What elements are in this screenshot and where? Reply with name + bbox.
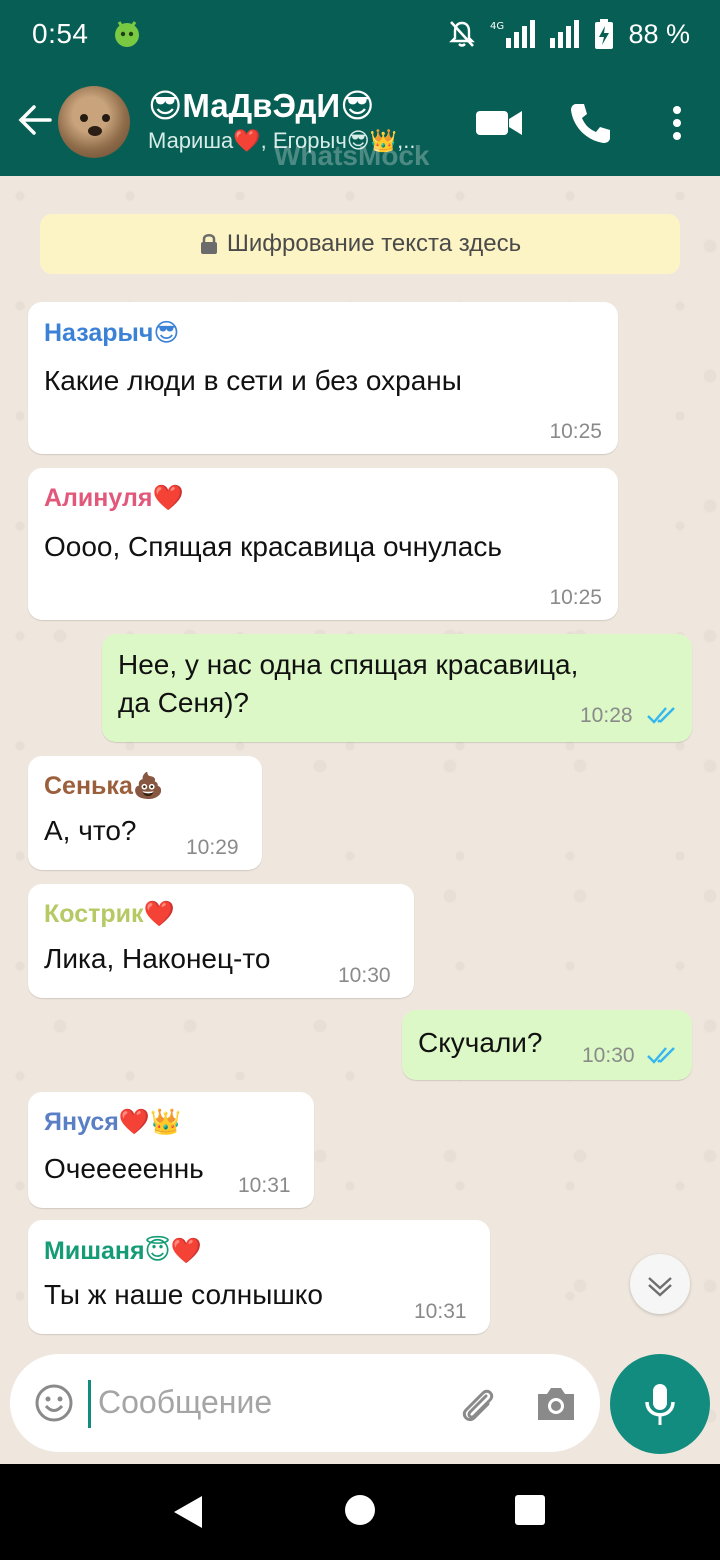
nav-recents-icon[interactable] <box>514 1494 546 1526</box>
group-avatar[interactable] <box>58 86 130 158</box>
app-notification-icon <box>115 21 139 47</box>
message-time: 10:31 <box>238 1174 291 1197</box>
message-sender: Мишаня😇❤️ <box>44 1237 202 1265</box>
signal-4g-icon: 4G <box>490 20 536 48</box>
message-sender: Назарыч😎 <box>44 319 180 347</box>
message-bubble[interactable]: Назарыч😎 Какие люди в сети и без охраны … <box>28 302 618 454</box>
video-call-icon[interactable] <box>474 98 524 148</box>
message-text: Очеееееннь <box>44 1153 204 1184</box>
more-options-icon[interactable] <box>662 98 692 148</box>
message-time: 10:30 <box>338 964 391 987</box>
message-composer[interactable]: Сообщение <box>10 1354 600 1452</box>
message-bubble[interactable]: Алинуля❤️ Оооо, Спящая красавица очнулас… <box>28 468 618 620</box>
voice-call-icon[interactable] <box>566 98 616 148</box>
lock-icon <box>200 234 217 254</box>
message-bubble[interactable]: Кострик❤️ Лика, Наконец-то 10:30 <box>28 884 414 998</box>
outgoing-message-bubble[interactable]: Нее, у нас одна спящая красавица, да Сен… <box>102 634 692 742</box>
message-time: 10:31 <box>414 1300 467 1323</box>
svg-text:4G: 4G <box>490 21 504 32</box>
mute-notifications-icon <box>449 21 476 47</box>
message-sender: Януся❤️👑 <box>44 1108 182 1136</box>
message-bubble[interactable]: Сенька💩 А, что? 10:29 <box>28 756 262 870</box>
status-time: 0:54 <box>32 18 89 49</box>
voice-message-button[interactable] <box>610 1354 710 1454</box>
chat-header: 😎МаДвЭдИ😎 Мариша❤️, Егорыч😎👑,.. WhatsMoc… <box>0 70 720 176</box>
message-bubble[interactable]: Мишаня😇❤️ Ты ж наше солнышко 10:31 <box>28 1220 490 1334</box>
nav-home-icon[interactable] <box>344 1494 376 1526</box>
message-sender: Сенька💩 <box>44 772 164 800</box>
encryption-text: Шифрование текста здесь <box>226 230 522 257</box>
message-time: 10:25 <box>549 420 602 443</box>
group-title[interactable]: 😎МаДвЭдИ😎 <box>148 86 375 125</box>
outgoing-message-bubble[interactable]: Скучали? 10:30 <box>402 1010 692 1080</box>
battery-charging-icon <box>595 19 614 49</box>
back-arrow-icon[interactable] <box>16 100 56 140</box>
message-sender: Алинуля❤️ <box>44 484 184 512</box>
message-text: Скучали? <box>418 1027 543 1058</box>
battery-percent: 88 % <box>628 18 690 49</box>
message-text: Оооо, Спящая красавица очнулась <box>44 531 502 562</box>
chat-area[interactable]: Шифрование текста здесь Назарыч😎 Какие л… <box>0 176 720 1464</box>
message-bubble[interactable]: Януся❤️👑 Очеееееннь 10:31 <box>28 1092 314 1208</box>
scroll-to-bottom-button[interactable] <box>630 1254 690 1314</box>
microphone-icon <box>645 1384 675 1425</box>
status-icons: 4G 88 % <box>448 16 690 52</box>
signal-icon <box>550 20 580 48</box>
message-time: 10:30 <box>582 1044 635 1067</box>
message-time: 10:28 <box>580 704 633 727</box>
system-navigation-bar <box>0 1464 720 1560</box>
nav-back-icon[interactable] <box>170 1494 206 1530</box>
encryption-notice[interactable]: Шифрование текста здесь <box>40 214 680 274</box>
message-text: А, что? <box>44 815 137 846</box>
message-text: Лика, Наконец-то <box>44 943 271 974</box>
read-double-check-icon <box>647 707 675 724</box>
message-sender: Кострик❤️ <box>44 900 175 928</box>
message-text-line2: да Сеня)? <box>118 687 250 718</box>
watermark: WhatsMock <box>274 140 430 171</box>
attach-paperclip-icon[interactable] <box>456 1384 500 1428</box>
camera-icon[interactable] <box>534 1384 578 1424</box>
message-text-line1: Нее, у нас одна спящая красавица, <box>118 649 579 680</box>
text-cursor <box>88 1380 91 1428</box>
status-bar: 0:54 4G 88 % <box>0 0 720 70</box>
emoji-icon[interactable] <box>34 1383 74 1423</box>
message-time: 10:29 <box>186 836 239 859</box>
message-time: 10:25 <box>549 586 602 609</box>
top-bar: 0:54 4G 88 % 😎МаДвЭдИ😎 Мариша❤️, Егорыч😎… <box>0 0 720 176</box>
message-text: Какие люди в сети и без охраны <box>44 365 462 396</box>
read-double-check-icon <box>647 1047 675 1064</box>
message-input-placeholder[interactable]: Сообщение <box>98 1384 272 1421</box>
message-text: Ты ж наше солнышко <box>44 1279 323 1310</box>
chevron-down-icon <box>648 1277 672 1297</box>
